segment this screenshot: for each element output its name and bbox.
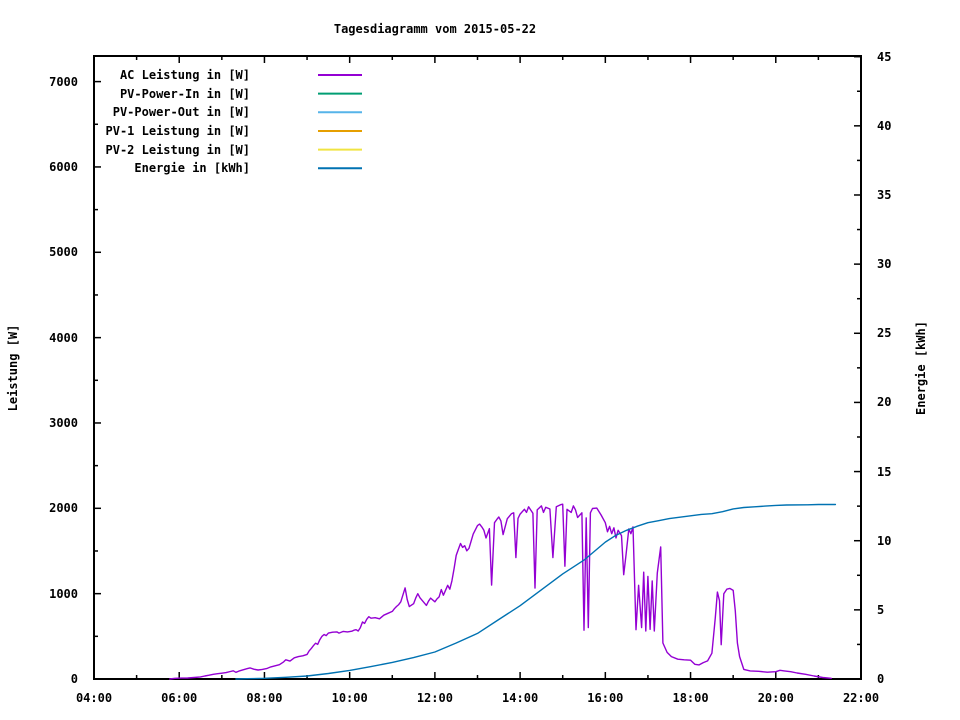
x-tick-label: 14:00	[502, 691, 539, 705]
y-right-tick-label: 25	[877, 326, 892, 341]
legend-label: Energie in [kWh]	[134, 161, 250, 176]
y-left-tick-label: 2000	[49, 501, 78, 516]
legend-label: PV-Power-Out in [W]	[112, 105, 250, 120]
x-tick-label: 18:00	[672, 691, 709, 705]
y-left-tick-label: 1000	[49, 586, 78, 601]
y-left-tick-label: 3000	[49, 415, 78, 430]
series-line-ac-leistung-in-w	[169, 503, 832, 680]
y-right-tick-label: 35	[877, 187, 892, 202]
chart-title: Tagesdiagramm vom 2015-05-22	[333, 22, 537, 36]
y-right-tick-label: 10	[877, 533, 892, 548]
x-tick-label: 04:00	[75, 691, 113, 705]
y-right-tick-label: 0	[877, 672, 885, 686]
y-left-tick-label: 0	[70, 672, 78, 686]
legend-label: AC Leistung in [W]	[119, 68, 250, 82]
x-tick-label: 22:00	[842, 691, 880, 705]
y-left-tick-label: 4000	[49, 330, 78, 345]
x-tick-label: 08:00	[246, 691, 283, 705]
y-right-tick-label: 45	[877, 49, 892, 64]
x-tick-label: 06:00	[161, 691, 198, 705]
y-right-tick-label: 15	[877, 464, 892, 479]
y-right-tick-label: 40	[877, 118, 892, 133]
legend-label: PV-1 Leistung in [W]	[105, 123, 251, 138]
x-tick-label: 16:00	[587, 691, 624, 705]
y-axis-right-title: Energie [kWh]	[914, 321, 928, 415]
y-right-tick-label: 30	[877, 257, 892, 272]
x-tick-label: 20:00	[757, 691, 794, 705]
legend-label: PV-Power-In in [W]	[119, 86, 250, 101]
legend-label: PV-2 Leistung in [W]	[105, 142, 251, 157]
x-tick-label: 12:00	[416, 691, 453, 705]
series-line-energie-in-kwh	[235, 503, 837, 680]
chart-canvas: Tagesdiagramm vom 2015-05-22 Leistung [W…	[0, 0, 960, 720]
x-tick-label: 10:00	[331, 691, 368, 705]
y-right-tick-label: 5	[877, 602, 885, 617]
y-left-tick-label: 5000	[49, 245, 78, 260]
y-right-tick-label: 20	[877, 395, 892, 410]
